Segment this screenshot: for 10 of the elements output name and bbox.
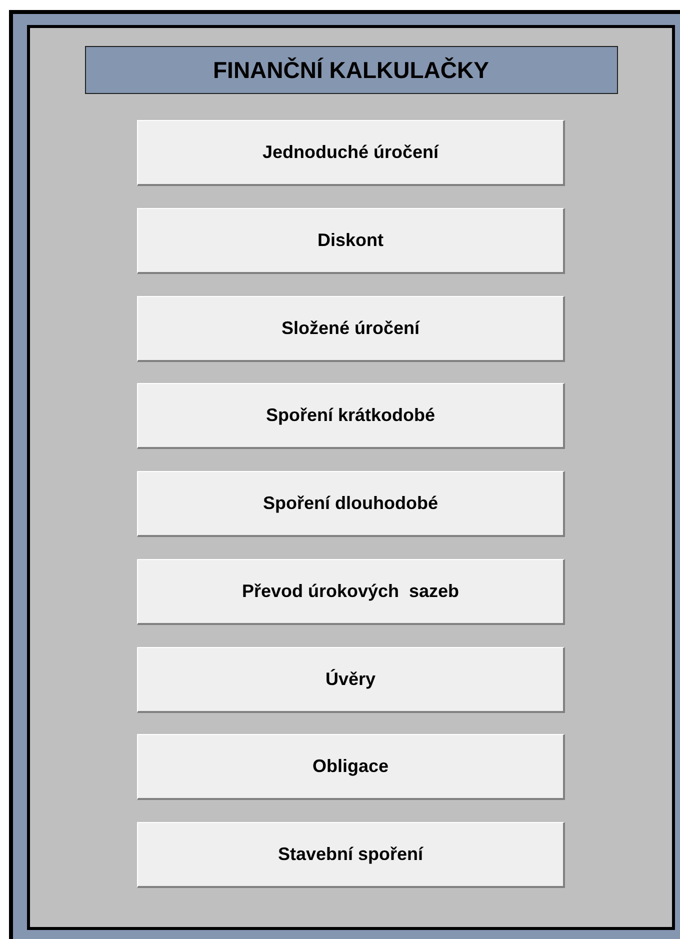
menu-button[interactable]: Převod úrokových sazeb (137, 558, 565, 625)
title: FINANČNÍ KALKULAČKY (213, 56, 489, 85)
menu-button[interactable]: Úvěry (137, 646, 565, 712)
menu-button[interactable]: Jednoduché úročení (137, 120, 565, 186)
menu-button[interactable]: Složené úročení (137, 296, 565, 362)
menu-button[interactable]: Diskont (137, 208, 565, 274)
menu-button[interactable]: Stavební spoření (137, 822, 565, 888)
menu-button[interactable]: Obligace (137, 734, 565, 800)
menu-button[interactable]: Spoření krátkodobé (137, 383, 565, 450)
menu-button[interactable]: Spoření dlouhodobé (137, 471, 565, 537)
